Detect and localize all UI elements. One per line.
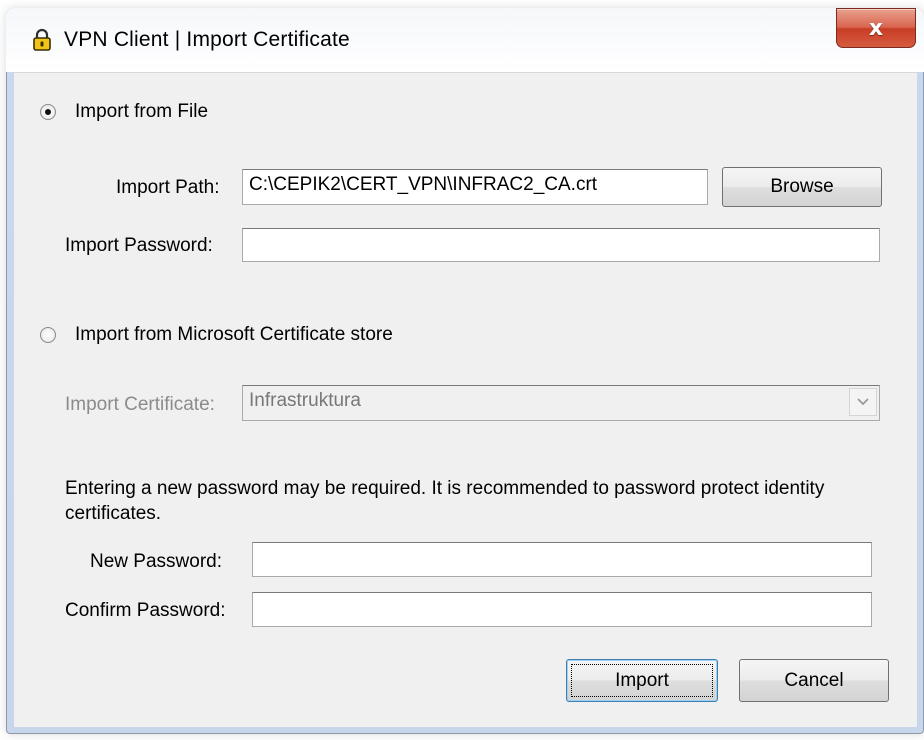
lock-icon [32,28,52,52]
import-path-label: Import Path: [116,177,220,198]
import-from-store-label: Import from Microsoft Certificate store [75,324,393,345]
import-from-file-label: Import from File [75,101,209,122]
new-password-input[interactable] [252,542,872,577]
chevron-down-icon[interactable] [849,388,877,416]
new-password-label: New Password: [90,551,222,572]
radio-button-unchecked[interactable] [40,327,56,343]
title-bar[interactable]: VPN Client | Import Certificate x [6,8,924,72]
radio-button-checked[interactable] [40,104,56,120]
import-certificate-label: Import Certificate: [65,394,215,415]
import-path-input[interactable]: C:\CEPIK2\CERT_VPN\INFRAC2_CA.crt [242,169,708,205]
confirm-password-label: Confirm Password: [65,600,226,621]
import-from-file-radio[interactable]: Import from File [40,101,208,123]
dialog-content: Import from File Import Path: C:\CEPIK2\… [14,72,917,727]
import-password-label: Import Password: [65,235,213,256]
password-description: Entering a new password may be required.… [65,478,825,524]
focus-rectangle [571,664,713,697]
import-password-input[interactable] [242,228,880,262]
cancel-button[interactable]: Cancel [739,659,889,702]
import-from-store-radio[interactable]: Import from Microsoft Certificate store [40,324,393,346]
window-title: VPN Client | Import Certificate [64,28,350,51]
import-certificate-window: VPN Client | Import Certificate x Import… [0,0,924,740]
confirm-password-input[interactable] [252,592,872,627]
browse-button[interactable]: Browse [722,167,882,207]
import-certificate-value: Infrastruktura [249,390,361,411]
import-certificate-dropdown[interactable]: Infrastruktura [242,385,880,421]
import-button[interactable]: Import [566,659,718,702]
close-button[interactable]: x [836,8,916,48]
close-icon: x [868,15,884,41]
